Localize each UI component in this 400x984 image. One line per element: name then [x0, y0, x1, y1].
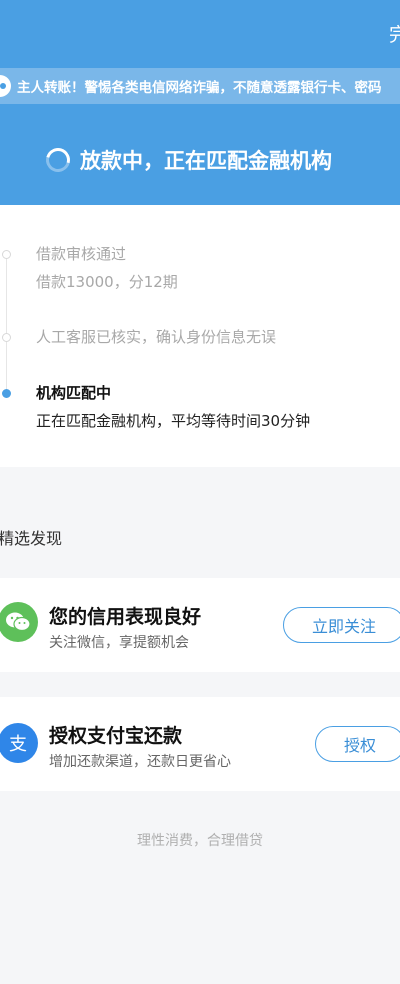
section-title: 精选发现	[0, 529, 63, 548]
card-subtitle: 增加还款渠道，还款日更省心	[49, 754, 231, 770]
timeline-dot-active-icon	[2, 389, 11, 398]
progress-timeline: 借款审核通过 借款13000，分12期 人工客服已核实，确认身份信息无误 机构匹…	[0, 205, 400, 467]
timeline-step-subtitle: 借款13000，分12期	[36, 273, 178, 291]
timeline-step-subtitle: 正在匹配金融机构，平均等待时间30分钟	[36, 412, 311, 430]
timeline-step-title: 机构匹配中	[36, 384, 112, 402]
alipay-icon: 支	[0, 723, 38, 763]
header-banner: 完 主人转账！警惕各类电信网络诈骗，不随意透露银行卡、密码 放款中，正在匹配金融…	[0, 0, 400, 205]
timeline-step-title: 人工客服已核实，确认身份信息无误	[36, 328, 277, 346]
done-button[interactable]: 完	[389, 20, 400, 47]
follow-button[interactable]: 立即关注	[283, 607, 400, 643]
card-title: 授权支付宝还款	[49, 725, 183, 747]
fraud-notice-bar: 主人转账！警惕各类电信网络诈骗，不随意透露银行卡、密码	[0, 68, 400, 104]
fraud-notice-text: 主人转账！警惕各类电信网络诈骗，不随意透露银行卡、密码	[17, 80, 382, 96]
authorize-button[interactable]: 授权	[315, 726, 400, 762]
card-title: 您的信用表现良好	[49, 606, 202, 628]
footer-note: 理性消费，合理借贷	[137, 833, 263, 849]
wechat-icon	[0, 602, 38, 642]
timeline-dot-icon	[2, 250, 11, 259]
card-subtitle: 关注微信，享提额机会	[49, 635, 189, 651]
alipay-auth-card[interactable]: 支 授权支付宝还款 增加还款渠道，还款日更省心 授权	[0, 697, 400, 791]
timeline-line	[6, 251, 7, 391]
speaker-icon	[0, 75, 11, 97]
timeline-dot-icon	[2, 333, 11, 342]
timeline-step-title: 借款审核通过	[36, 245, 127, 263]
loan-status-text: 放款中，正在匹配金融机构	[80, 149, 332, 173]
loan-status: 放款中，正在匹配金融机构	[41, 143, 332, 177]
wechat-follow-card[interactable]: 您的信用表现良好 关注微信，享提额机会 立即关注	[0, 578, 400, 672]
loading-spinner-icon	[41, 143, 75, 177]
